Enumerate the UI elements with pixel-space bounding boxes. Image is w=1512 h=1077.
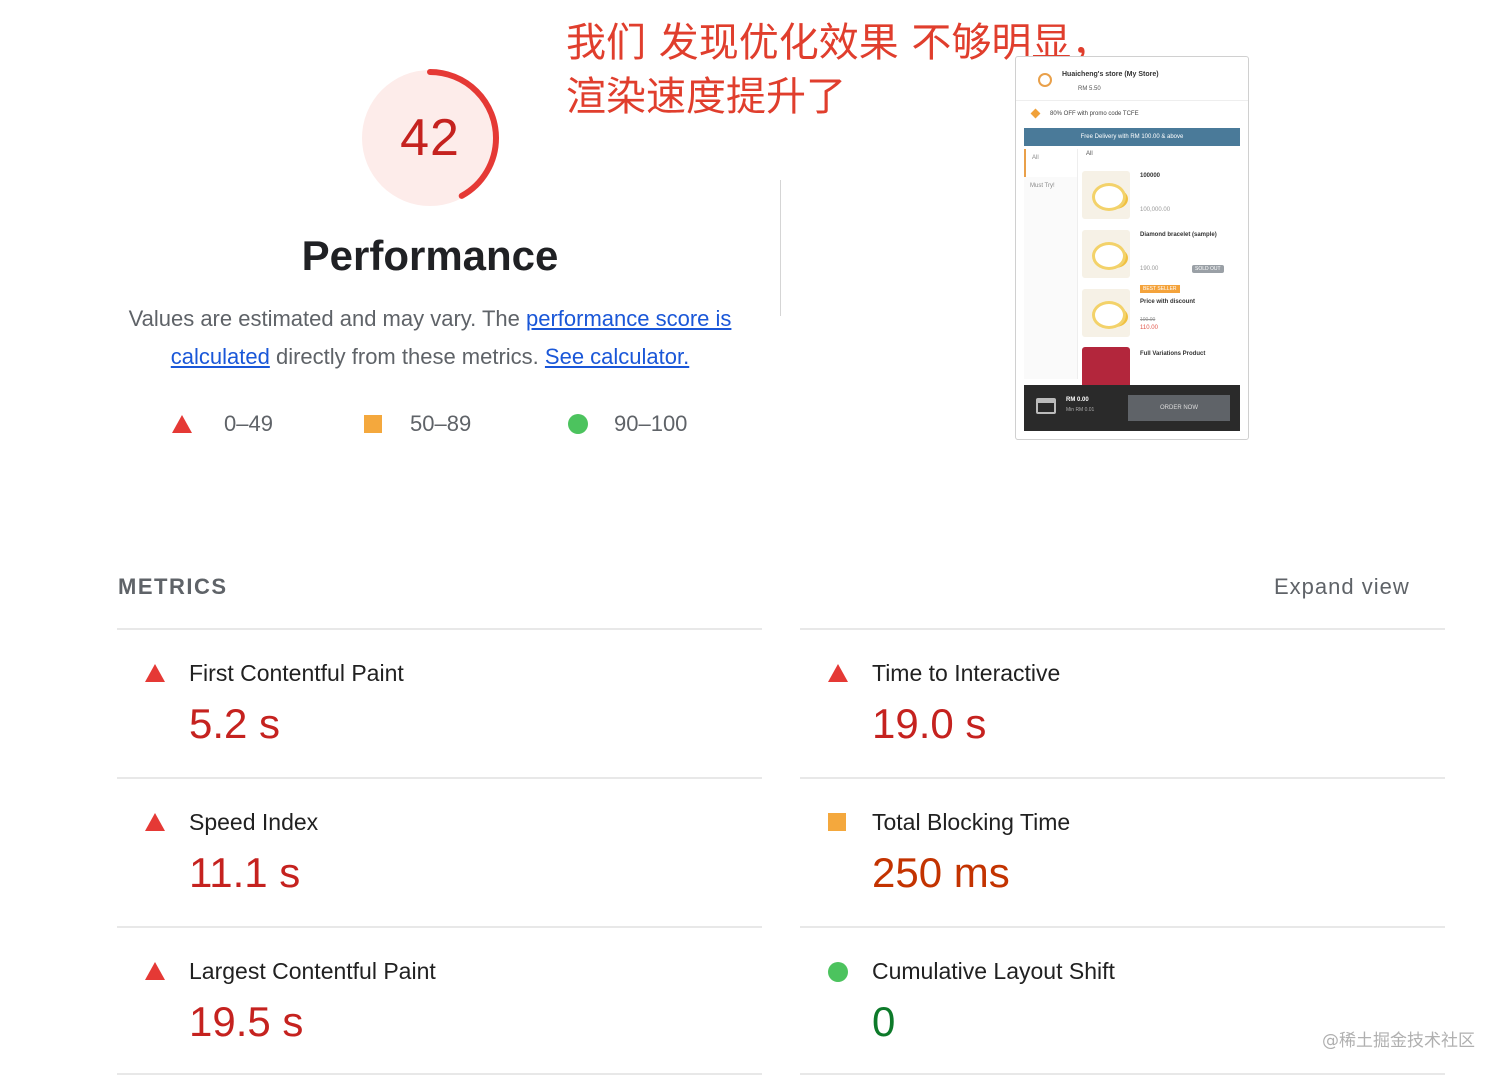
triangle-icon: [172, 415, 192, 433]
performance-description: Values are estimated and may vary. The p…: [112, 300, 748, 376]
cart-total: RM 0.00: [1066, 397, 1089, 403]
product-name: Price with discount: [1140, 299, 1196, 305]
product-image: [1082, 289, 1130, 337]
circle-icon: [568, 414, 588, 434]
basket-icon: [1036, 398, 1056, 414]
tag-icon: [1030, 108, 1041, 119]
score-value: 42: [400, 109, 460, 167]
legend-average: 50–89: [364, 408, 471, 440]
metric-label: Time to Interactive: [872, 660, 1061, 686]
metric-time-to-interactive: Time to Interactive 19.0 s: [800, 630, 1400, 778]
metric-label: First Contentful Paint: [189, 660, 404, 686]
vertical-divider: [780, 180, 781, 316]
metric-first-contentful-paint: First Contentful Paint 5.2 s: [117, 630, 717, 778]
fail-triangle-icon: [145, 813, 165, 831]
metric-label: Total Blocking Time: [872, 809, 1071, 835]
product-image: [1082, 230, 1130, 278]
fail-triangle-icon: [828, 664, 848, 682]
category-heading: All: [1086, 151, 1093, 157]
product-item: 100000 100,000.00: [1082, 171, 1242, 221]
product-item: Diamond bracelet (sample) 190.00 SOLD OU…: [1082, 230, 1242, 280]
metric-value: 19.5 s: [189, 998, 304, 1045]
product-item: BEST SELLER Price with discount 100.00 1…: [1082, 285, 1242, 339]
metric-label: Cumulative Layout Shift: [872, 958, 1115, 984]
cart-minimum: Min RM 0.01: [1066, 407, 1095, 413]
legend-range: 0–49: [224, 411, 273, 436]
metric-value: 250 ms: [872, 849, 1010, 896]
product-price: 190.00: [1140, 266, 1159, 272]
metric-largest-contentful-paint: Largest Contentful Paint 19.5 s: [117, 928, 717, 1076]
metric-value: 11.1 s: [189, 849, 301, 896]
cart-footer: RM 0.00 Min RM 0.01 ORDER NOW: [1024, 385, 1240, 431]
metric-value: 19.0 s: [872, 700, 987, 747]
store-name: Huaicheng's store (My Store): [1062, 71, 1159, 78]
delivery-fee: RM 5.50: [1078, 86, 1101, 92]
metric-total-blocking-time: Total Blocking Time 250 ms: [800, 779, 1400, 927]
store-logo-icon: [1038, 73, 1052, 87]
metric-value: 5.2 s: [189, 700, 281, 747]
watermark: @稀土掘金技术社区: [1322, 1031, 1475, 1051]
product-old-price: 100.00: [1140, 317, 1156, 323]
description-text-2: directly from these metrics.: [269, 344, 545, 369]
product-name: 100000: [1140, 173, 1161, 179]
fail-triangle-icon: [145, 664, 165, 682]
product-image: [1082, 171, 1130, 219]
store-header: Huaicheng's store (My Store) RM 5.50: [1016, 57, 1248, 101]
metric-label: Speed Index: [189, 809, 319, 835]
category-sidebar: All Must Try!: [1024, 149, 1078, 379]
expand-view-toggle[interactable]: Expand view: [1274, 574, 1410, 600]
legend-range: 50–89: [410, 411, 472, 436]
best-seller-badge: BEST SELLER: [1140, 285, 1180, 293]
order-now-button: ORDER NOW: [1128, 395, 1230, 421]
performance-score-gauge: 42: [358, 66, 502, 210]
sold-out-badge: SOLD OUT: [1192, 265, 1224, 273]
metric-value: 0: [872, 998, 896, 1045]
page-title: Performance: [301, 232, 559, 279]
square-icon: [364, 415, 382, 433]
product-name: Full Variations Product: [1140, 351, 1206, 357]
legend-fail: 0–49: [172, 408, 273, 440]
legend-pass: 90–100: [568, 408, 687, 440]
metric-label: Largest Contentful Paint: [189, 958, 436, 984]
sidebar-item-all: All: [1024, 149, 1077, 177]
legend-range: 90–100: [614, 411, 688, 436]
metric-cumulative-layout-shift: Cumulative Layout Shift 0: [800, 928, 1400, 1076]
fail-triangle-icon: [145, 962, 165, 980]
product-new-price: 110.00: [1140, 325, 1158, 331]
free-delivery-banner: Free Delivery with RM 100.00 & above: [1024, 128, 1240, 146]
see-calculator-link[interactable]: See calculator.: [545, 344, 689, 369]
metric-speed-index: Speed Index 11.1 s: [117, 779, 717, 927]
pass-circle-icon: [828, 962, 848, 982]
sidebar-item-must-try: Must Try!: [1030, 183, 1055, 189]
description-text-1: Values are estimated and may vary. The: [128, 306, 526, 331]
average-square-icon: [828, 813, 846, 831]
metrics-heading: METRICS: [118, 574, 228, 599]
final-screenshot-thumbnail: Huaicheng's store (My Store) RM 5.50 80%…: [1015, 56, 1249, 440]
product-name: Diamond bracelet (sample): [1140, 232, 1217, 238]
promo-text: 80% OFF with promo code TCFE: [1050, 111, 1139, 117]
product-price: 100,000.00: [1140, 207, 1171, 213]
